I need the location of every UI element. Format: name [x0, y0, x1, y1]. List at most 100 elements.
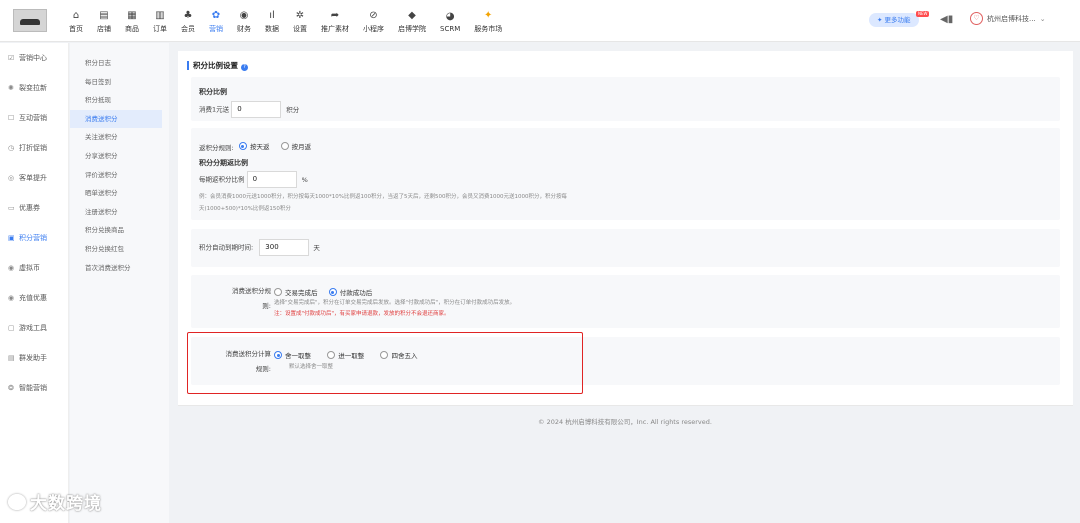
sidebar-item-recharge[interactable]: ◉ 充值优惠 — [0, 283, 68, 313]
expire-card: 积分自动到期时间: 300 天 — [191, 229, 1060, 267]
speaker-icon[interactable]: ◀▮ — [940, 14, 953, 25]
subnav-item[interactable]: 首次消费送积分 — [70, 259, 169, 278]
after-payment-radio[interactable]: 付款成功后 — [328, 287, 373, 297]
nav-order[interactable]: ▥ 订单 — [146, 0, 174, 42]
nav-academy[interactable]: ◆ 启博学院 — [391, 0, 433, 42]
more-features-label: 更多功能 — [884, 16, 911, 24]
goods-icon: ▦ — [127, 9, 137, 21]
sidebar-item-label: 虚拟币 — [19, 264, 40, 272]
return-by-month-radio[interactable]: 按月返 — [280, 141, 312, 151]
points-icon: ▣ — [8, 234, 15, 242]
period-input[interactable]: 0 — [246, 171, 297, 188]
send-rule-label: 消费送积分规 则: — [213, 285, 271, 310]
nav-finance[interactable]: ◉ 财务 — [230, 0, 258, 42]
sidebar-item-broadcast[interactable]: ▤ 群发助手 — [0, 343, 68, 373]
finance-icon: ◉ — [239, 9, 249, 21]
radio-dot — [274, 288, 282, 296]
period-suffix: % — [301, 175, 308, 184]
help-icon[interactable]: ? — [241, 64, 248, 71]
store-logo[interactable] — [13, 9, 47, 32]
main-nav: ⌂ 首页 ▤ 店铺 ▦ 商品 ▥ 订单 ♣ 会员 ✿ 营销 ◉ 财务 ıl 数据 ✲ 设置 ➦ 推广素材 ⊘ 小程序 ◆ 启博… — [62, 0, 509, 42]
service-market-icon: ✦ — [484, 9, 493, 21]
nav-member[interactable]: ♣ 会员 — [174, 0, 202, 42]
broadcast-icon: ▤ — [8, 354, 15, 362]
section-title-text: 积分比例设置 — [193, 61, 238, 70]
sidebar-item-points[interactable]: ▣ 积分营销 — [0, 223, 68, 253]
sidebar-item-discount[interactable]: ◷ 打折促销 — [0, 133, 68, 163]
nav-label: SCRM — [440, 24, 461, 33]
more-features-button[interactable]: ✦ 更多功能 — [869, 13, 919, 27]
nav-goods[interactable]: ▦ 商品 — [118, 0, 146, 42]
nav-label: 设置 — [293, 24, 307, 33]
sidebar-item-interaction[interactable]: ☐ 互动营销 — [0, 103, 68, 133]
ratio-row: 消费1元送 0 积分 — [199, 101, 299, 119]
subnav-item[interactable]: 关注送积分 — [70, 128, 169, 147]
sidebar-item-smart-marketing[interactable]: ❂ 智能营销 — [0, 373, 68, 403]
sidebar-item-game[interactable]: ▢ 游戏工具 — [0, 313, 68, 343]
ratio-title: 积分比例 — [199, 88, 227, 96]
company-switcher[interactable]: ♡ 杭州启博科技... ⌄ — [970, 12, 1046, 25]
sidebar-item-virtual-coin[interactable]: ◉ 虚拟币 — [0, 253, 68, 283]
subnav-item[interactable]: 注册送积分 — [70, 203, 169, 222]
period-prefix: 每期返积分比例 — [199, 175, 245, 184]
sidebar-item-label: 游戏工具 — [19, 324, 47, 332]
nav-settings[interactable]: ✲ 设置 — [286, 0, 314, 42]
subnav-item[interactable]: 分享送积分 — [70, 147, 169, 166]
nav-store[interactable]: ▤ 店铺 — [90, 0, 118, 42]
sidebar-item-label: 裂变拉新 — [19, 84, 47, 92]
primary-sidebar: ☑ 营销中心 ✺ 裂变拉新 ☐ 互动营销 ◷ 打折促销 ◎ 客单提升 ▭ 优惠券 ▣ 积分营销 ◉ 虚拟币 ◉ 充… — [0, 43, 69, 523]
game-icon: ▢ — [8, 324, 15, 332]
send-rule-label-line2: 则: — [262, 302, 271, 310]
send-rule-card: 消费送积分规 则: 交易完成后 付款成功后 选择"交易完成后"，积分在订单交易完… — [191, 275, 1060, 328]
nav-share[interactable]: ➦ 推广素材 — [314, 0, 356, 42]
watermark-logo-icon — [8, 493, 26, 510]
return-by-day-radio[interactable]: 按天返 — [238, 141, 269, 151]
nav-label: 营销 — [209, 24, 223, 33]
nav-marketing[interactable]: ✿ 营销 — [202, 0, 230, 42]
expire-input[interactable]: 300 — [259, 239, 310, 256]
ratio-card: 积分比例 消费1元送 0 积分 — [191, 77, 1060, 121]
radio-label: 付款成功后 — [339, 289, 373, 297]
return-rule-row: 返积分规则: 按天返 按月返 — [199, 141, 320, 152]
mini-program-icon: ⊘ — [369, 9, 378, 21]
page-scrollbar[interactable] — [1074, 43, 1080, 523]
settings-icon: ✲ — [295, 9, 305, 21]
radio-label: 按月返 — [291, 143, 312, 151]
subnav-item[interactable]: 每日签到 — [70, 73, 169, 92]
virtual-coin-icon: ◉ — [8, 264, 15, 272]
sidebar-item-label: 营销中心 — [19, 54, 47, 62]
period-row: 每期返积分比例 0 % — [199, 171, 308, 189]
sidebar-item-marketing-center[interactable]: ☑ 营销中心 — [0, 43, 68, 73]
nav-mini-program[interactable]: ⊘ 小程序 — [356, 0, 391, 42]
nav-data[interactable]: ıl 数据 — [258, 0, 286, 42]
sidebar-item-label: 客单提升 — [19, 174, 47, 182]
subnav-item[interactable]: 晒单送积分 — [70, 184, 169, 203]
nav-label: 订单 — [153, 24, 167, 33]
return-rule-card: 返积分规则: 按天返 按月返 积分分期返比例 每期返积分比例 0 % 例：会员消… — [191, 128, 1060, 220]
secondary-sidebar: 积分日志 每日签到 积分抵现 消费送积分 关注送积分 分享送积分 评价送积分 晒单送积分 注册送… — [70, 43, 169, 523]
sidebar-item-fission[interactable]: ✺ 裂变拉新 — [0, 73, 68, 103]
send-rule-warning: 注：设置成"付款成功后"，有买家申请退款，发放的积分不会退还商家。 — [274, 311, 450, 317]
subnav-item[interactable]: 积分兑换红包 — [70, 240, 169, 259]
company-name: 杭州启博科技... — [987, 14, 1036, 23]
subnav-item[interactable]: 积分日志 — [70, 54, 169, 73]
after-trade-complete-radio[interactable]: 交易完成后 — [274, 287, 318, 297]
sidebar-item-label: 群发助手 — [19, 354, 47, 362]
subnav-item[interactable]: 评价送积分 — [70, 166, 169, 185]
ratio-input[interactable]: 0 — [231, 101, 282, 118]
nav-label: 小程序 — [363, 24, 384, 33]
nav-scrm[interactable]: ◕ SCRM — [433, 0, 467, 42]
radio-dot — [328, 288, 337, 296]
footer-divider — [178, 405, 1073, 406]
example-line-2: 天(1000+500)*10%比例返150积分 — [199, 206, 291, 212]
marketing-center-icon: ☑ — [8, 54, 15, 62]
nav-home[interactable]: ⌂ 首页 — [62, 0, 90, 42]
discount-icon: ◷ — [8, 144, 15, 152]
nav-service-market[interactable]: ✦ 服务市场 — [467, 0, 509, 42]
subnav-item[interactable]: 积分兑换商品 — [70, 221, 169, 240]
subnav-item[interactable]: 消费送积分 — [70, 109, 162, 129]
subnav-item[interactable]: 积分抵现 — [70, 91, 169, 110]
sidebar-item-order-boost[interactable]: ◎ 客单提升 — [0, 163, 68, 193]
coupon-icon: ▭ — [8, 204, 15, 212]
sidebar-item-coupon[interactable]: ▭ 优惠券 — [0, 193, 68, 223]
